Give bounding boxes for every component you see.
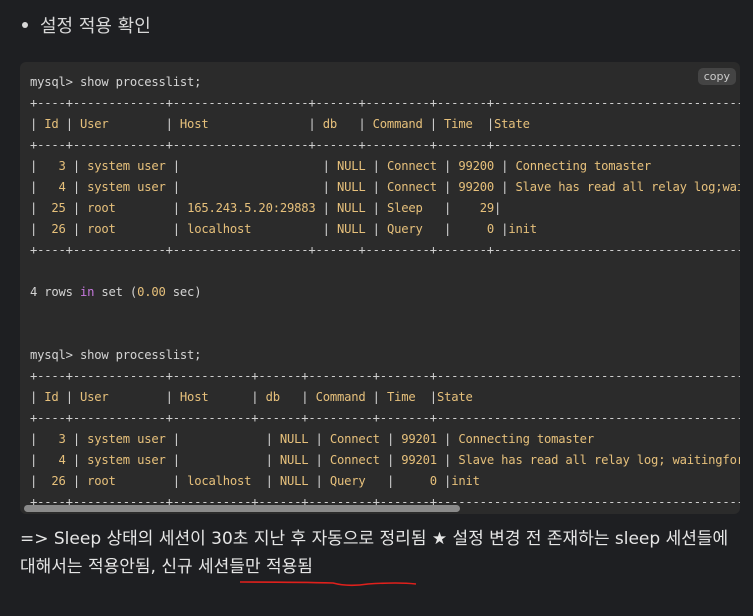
block1-prompt: mysql> show processlist; (30, 75, 202, 89)
bullet-text: 설정 적용 확인 (40, 16, 151, 37)
block1-header: | Id | User | Host | db | Command | Time… (30, 117, 530, 131)
blank (30, 513, 740, 514)
block2-row: | 4 | system user | | NULL | Connect | 9… (30, 453, 740, 467)
block1-summary: 4 rows in set (0.00 sec) (30, 285, 202, 299)
block1-sep: +----+-------------+-------------------+… (30, 96, 740, 110)
block2-sep: +----+-------------+-----------+------+-… (30, 411, 740, 425)
block1-row: | 26 | root | localhost | NULL | Query |… (30, 222, 537, 236)
block1-row: | 4 | system user | | NULL | Connect | 9… (30, 180, 740, 194)
code-content: mysql> show processlist; +----+----------… (30, 72, 740, 514)
bullet-dot (22, 22, 28, 28)
horizontal-scrollbar[interactable] (24, 505, 460, 512)
block2-header: | Id | User | Host | db | Command | Time… (30, 390, 473, 404)
block2-row: | 26 | root | localhost | NULL | Query |… (30, 474, 480, 488)
blank (30, 261, 740, 282)
blank (30, 324, 740, 345)
code-block: copy mysql> show processlist; +----+-----… (20, 62, 740, 514)
blank (30, 303, 740, 324)
red-underline-annotation (239, 581, 417, 587)
block1-sep: +----+-------------+-------------------+… (30, 138, 740, 152)
explanation-text: => Sleep 상태의 세션이 30초 지난 후 자동으로 정리됨 ★ 설정 … (20, 529, 729, 577)
block2-sep: +----+-------------+-----------+------+-… (30, 369, 740, 383)
block1-row: | 25 | root | 165.243.5.20:29883 | NULL … (30, 201, 502, 215)
block2-row: | 3 | system user | | NULL | Connect | 9… (30, 432, 594, 446)
explanation-paragraph: => Sleep 상태의 세션이 30초 지난 후 자동으로 정리됨 ★ 설정 … (20, 525, 735, 581)
block1-sep: +----+-------------+-------------------+… (30, 243, 740, 257)
explanation-highlight: 신규 세션들만 적용됨 (161, 557, 313, 577)
block2-prompt: mysql> show processlist; (30, 348, 202, 362)
block1-row: | 3 | system user | | NULL | Connect | 9… (30, 159, 652, 173)
bullet-item: 설정 적용 확인 (22, 12, 151, 38)
